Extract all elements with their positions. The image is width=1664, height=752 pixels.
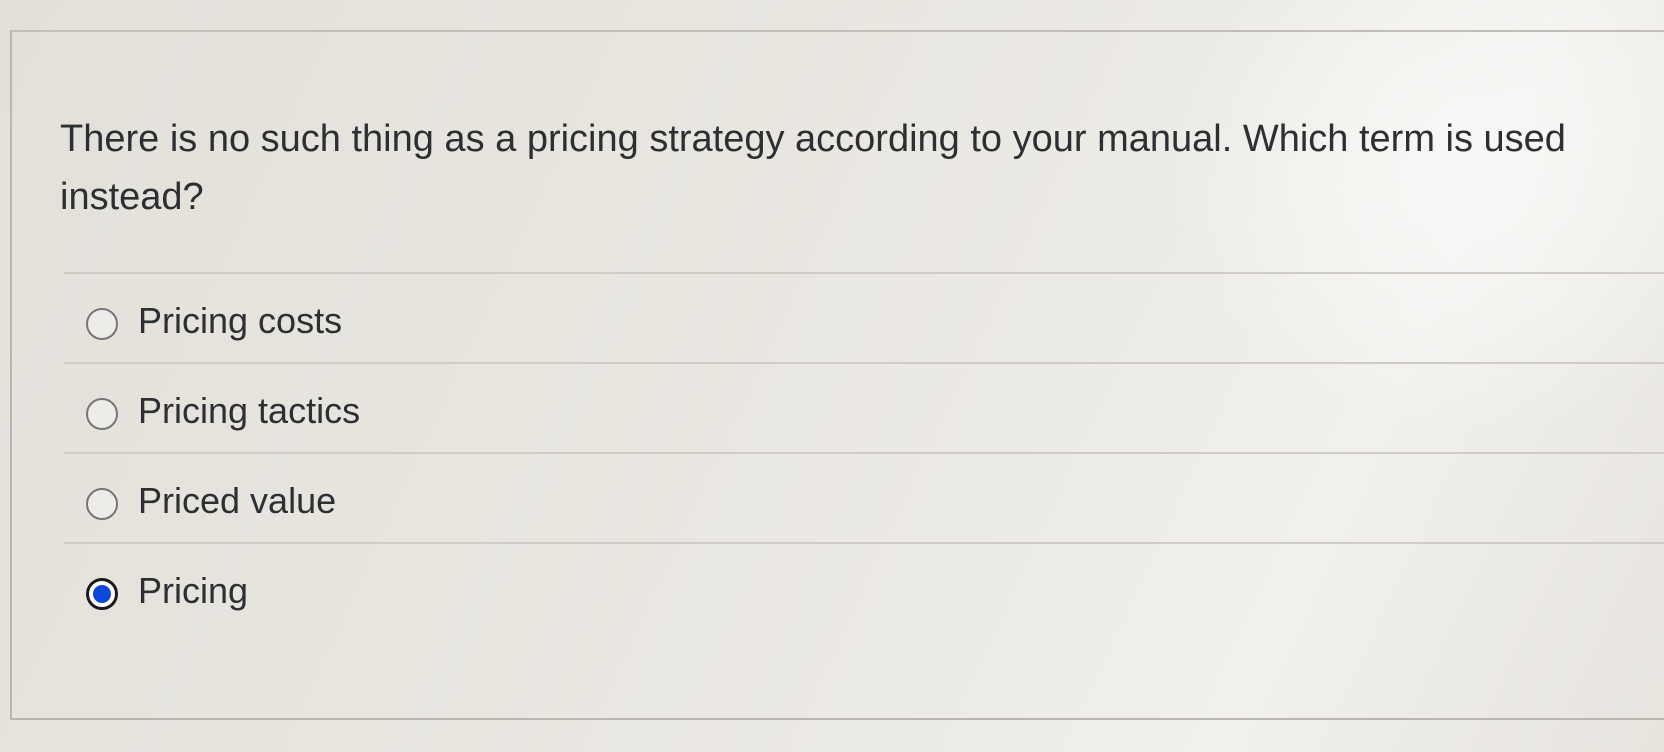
option-pricing-costs[interactable]: Pricing costs [64, 272, 1664, 366]
option-priced-value[interactable]: Priced value [64, 452, 1664, 546]
option-label: Priced value [138, 480, 337, 521]
question-text: There is no such thing as a pricing stra… [60, 118, 1566, 218]
question-card: There is no such thing as a pricing stra… [10, 30, 1664, 720]
option-label: Pricing tactics [138, 390, 361, 431]
option-pricing[interactable]: Pricing [64, 542, 1664, 636]
option-pricing-tactics[interactable]: Pricing tactics [64, 362, 1664, 456]
radio-unselected-icon[interactable] [86, 488, 118, 520]
radio-unselected-icon[interactable] [86, 398, 118, 430]
option-label: Pricing costs [138, 300, 343, 341]
radio-selected-icon[interactable] [86, 578, 118, 610]
option-label: Pricing [138, 570, 249, 611]
radio-unselected-icon[interactable] [86, 308, 118, 340]
